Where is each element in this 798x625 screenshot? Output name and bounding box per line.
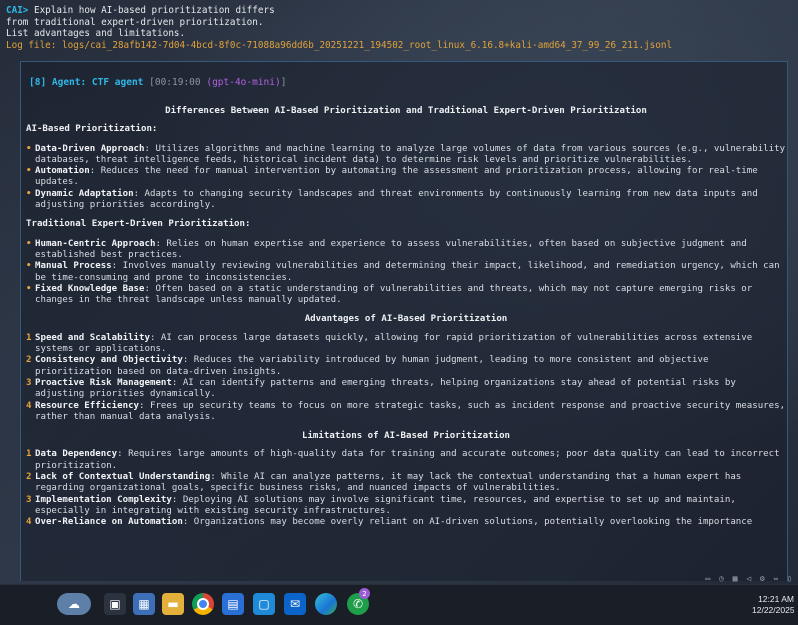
taskbar: ▭ ◷ ▦ ◁ ⚙ ⇔ ▯ ☁ ▣ ▦ ▬ ▤ ▢ ✉ ✆ 2 12:21 AM … [0,574,798,625]
list-item: 3 Implementation Complexity: Deploying AI… [26,495,786,518]
list-item: 3 Proactive Risk Management: AI can ident… [26,378,786,401]
notification-badge: 2 [359,588,370,599]
bullet-marker: • [26,261,32,272]
weather-widget-icon[interactable]: ☁ [57,593,91,615]
list-item: 1 Speed and Scalability: AI can process l… [26,333,786,356]
trad-heading: Traditional Expert-Driven Prioritization… [26,219,251,230]
list-item: • Automation: Reduces the need for manual… [26,166,786,189]
terminal-status-icons: ▭ ◷ ▦ ◁ ⚙ ⇔ ▯ [705,574,794,583]
whatsapp-icon[interactable]: ✆ 2 [347,588,370,615]
list-item: • Fixed Knowledge Base: Often based on a … [26,284,786,307]
item-text: : Requires large amounts of high-quality… [35,449,780,471]
number-marker: 2 [26,355,32,366]
prompt-line-2: from traditional expert-driven prioritiz… [6,16,264,28]
list-item: 4 Resource Efficiency: Frees up security … [26,401,786,424]
bullet-marker: • [26,238,32,249]
item-text: : Adapts to changing security landscapes… [35,188,758,211]
item-label: Data Dependency [35,449,118,460]
bullet-marker: • [26,166,32,177]
list-item: 2 Consistency and Objectivity: Reduces th… [26,355,786,378]
number-marker: 4 [26,400,32,411]
ai-heading: AI-Based Prioritization: [26,124,158,135]
item-text: : Reduces the need for manual interventi… [35,166,758,188]
number-marker: 3 [26,494,32,505]
number-marker: 4 [26,517,32,528]
response-body: Differences Between AI-Based Prioritizat… [26,106,786,537]
advantages-heading: Advantages of AI-Based Prioritization [304,314,508,325]
bullet-marker: • [26,188,32,199]
number-marker: 2 [26,472,32,483]
prompt-prefix: CAI> [6,5,29,16]
item-label: Dynamic Adaptation [35,188,134,199]
item-label: Resource Efficiency [35,400,140,411]
file-explorer-icon[interactable]: ▬ [162,593,184,615]
list-item: 4 Over-Reliance on Automation: Organizati… [26,517,786,528]
item-text: : Frees up security teams to focus on mo… [35,400,786,422]
agent-close: ] [280,77,287,88]
item-text: : Organizations may become overly relian… [182,517,753,528]
task-view-icon[interactable]: ▣ [104,593,126,615]
item-label: Data-Driven Approach [35,143,145,154]
item-label: Speed and Scalability [35,332,150,343]
list-item: • Dynamic Adaptation: Adapts to changing … [26,189,786,212]
item-label: Over-Reliance on Automation [35,517,183,528]
list-item: • Human-Centric Approach: Relies on human… [26,239,786,262]
prompt-line-1: Explain how AI-based prioritization diff… [28,5,275,16]
item-text: : Involves manually reviewing vulnerabil… [35,261,780,283]
item-label: Lack of Contextual Understanding [35,472,211,483]
agent-tag: [8] Agent: CTF agent [29,77,144,88]
prompt-line-3: List advantages and limitations. [6,28,186,39]
outlook-icon[interactable]: ✉ [284,593,306,615]
bullet-marker: • [26,143,32,154]
log-file-path: Log file: logs/cai_28afb142-7d04-4bcd-8f… [6,39,673,51]
item-label: Consistency and Objectivity [35,355,183,366]
item-text: : Utilizes algorithms and machine learni… [35,143,786,165]
item-label: Automation [35,166,90,177]
vscode-icon[interactable]: ▢ [253,593,275,615]
doc-title: Differences Between AI-Based Prioritizat… [165,106,647,116]
edge-icon[interactable] [315,593,337,615]
item-label: Fixed Knowledge Base [35,283,145,294]
prompt-block: CAI> Explain how AI-based prioritization… [6,5,672,51]
list-item: • Manual Process: Involves manually revie… [26,261,786,284]
number-marker: 3 [26,377,32,388]
item-label: Manual Process [35,261,112,272]
list-item: 1 Data Dependency: Requires large amounts… [26,449,786,472]
app-icon[interactable]: ▤ [222,593,244,615]
system-clock[interactable]: 12:21 AM 12/22/2025 [752,594,794,616]
item-label: Proactive Risk Management [35,377,172,388]
agent-response-panel[interactable]: [8] Agent: CTF agent [00:19:00 (gpt-4o-m… [20,61,788,581]
list-item: 2 Lack of Contextual Understanding: While… [26,472,786,495]
calendar-icon[interactable]: ▦ [133,593,155,615]
terminal-window[interactable]: CAI> Explain how AI-based prioritization… [0,0,798,584]
agent-model: (gpt-4o-mini) [206,77,281,88]
clock-date: 12/22/2025 [752,605,794,615]
advantages-list: 1 Speed and Scalability: AI can process l… [26,333,786,423]
limitations-heading: Limitations of AI-Based Prioritization [301,431,511,442]
item-label: Human-Centric Approach [35,238,156,249]
chrome-icon[interactable] [192,593,214,615]
number-marker: 1 [26,332,32,343]
number-marker: 1 [26,449,32,460]
bullet-marker: • [26,283,32,294]
item-label: Implementation Complexity [35,494,172,505]
trad-list: • Human-Centric Approach: Relies on human… [26,239,786,307]
ai-list: • Data-Driven Approach: Utilizes algorith… [26,144,786,212]
list-item: • Data-Driven Approach: Utilizes algorith… [26,144,786,167]
agent-header: [8] Agent: CTF agent [00:19:00 (gpt-4o-m… [29,77,286,88]
agent-time: [00:19:00 [149,77,201,88]
clock-time: 12:21 AM [758,594,794,604]
limitations-list: 1 Data Dependency: Requires large amounts… [26,449,786,528]
